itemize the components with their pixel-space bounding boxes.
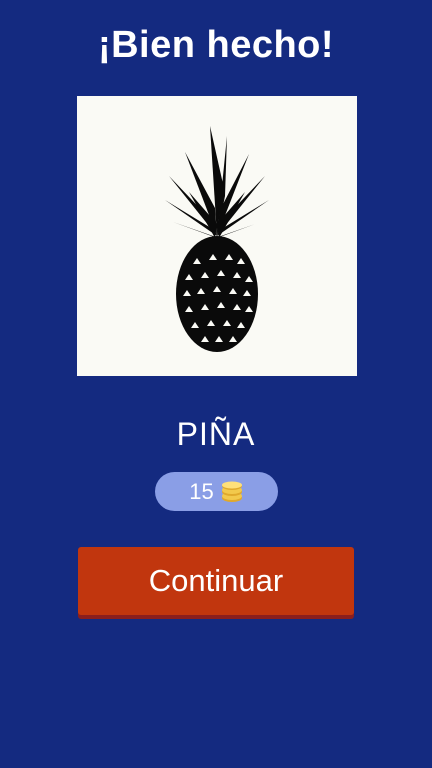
- puzzle-image: [77, 96, 357, 376]
- page-title: ¡Bien hecho!: [97, 24, 335, 66]
- pineapple-icon: [165, 126, 269, 352]
- coins-icon: [220, 481, 244, 503]
- reward-badge: 15: [155, 472, 278, 511]
- reward-amount: 15: [189, 478, 214, 504]
- continue-button[interactable]: Continuar: [78, 547, 354, 615]
- answer-label: PIÑA: [176, 416, 256, 452]
